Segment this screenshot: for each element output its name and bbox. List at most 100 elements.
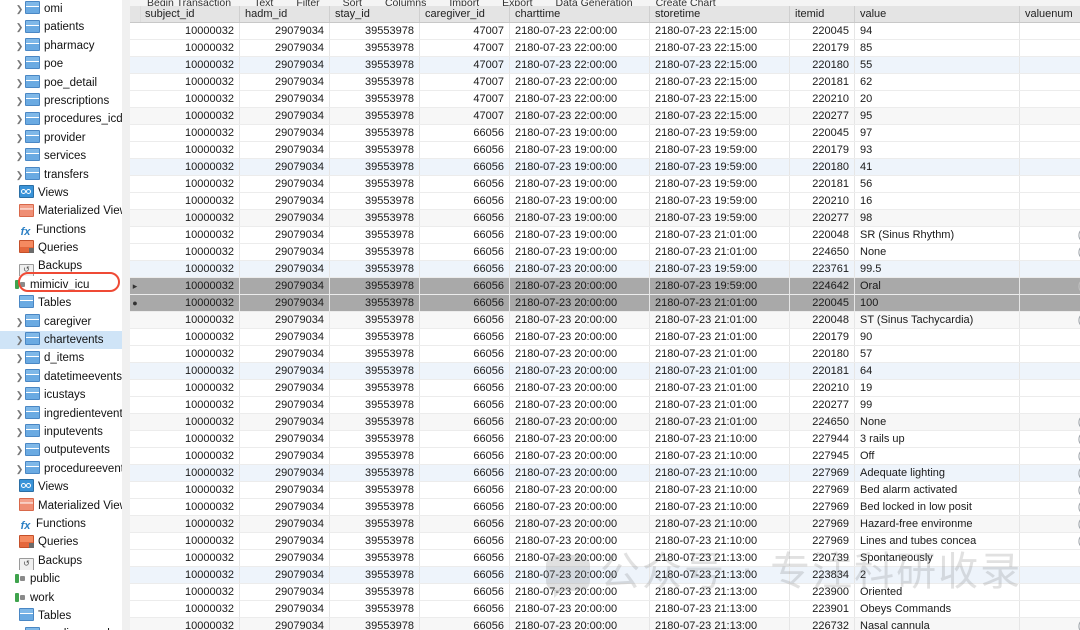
table-row[interactable]: 10000032 29079034 39553978 66056 2180-07-23 … <box>130 227 1080 244</box>
row-marker[interactable] <box>130 601 140 617</box>
database-navigator-sidebar[interactable]: ❯ omi ❯ patients ❯ pharmacy ❯ poe ❯ poe_detail ❯ pr… <box>0 0 122 630</box>
cell-hadm_id[interactable]: 29079034 <box>240 261 330 277</box>
cell-storetime[interactable]: 2180-07-23 21:10:00 <box>650 482 790 498</box>
column-header-hadm_id[interactable]: hadm_id <box>240 6 330 22</box>
chevron-right-icon[interactable]: ❯ <box>14 110 25 128</box>
cell-itemid[interactable]: 223834 <box>790 567 855 583</box>
cell-value[interactable]: Spontaneously <box>855 550 1020 566</box>
sidebar-item-queries[interactable]: Queries <box>0 533 122 551</box>
cell-valuenum[interactable]: 98 <box>1020 210 1080 226</box>
table-row[interactable]: ▸ 10000032 29079034 39553978 66056 2180-07-23… <box>130 278 1080 295</box>
cell-caregiver_id[interactable]: 66056 <box>420 516 510 532</box>
chevron-right-icon[interactable]: ❯ <box>14 423 25 441</box>
cell-value[interactable]: 56 <box>855 176 1020 192</box>
cell-valuenum[interactable]: (Null) <box>1020 533 1080 549</box>
cell-storetime[interactable]: 2180-07-23 19:59:00 <box>650 278 790 294</box>
cell-stay_id[interactable]: 39553978 <box>330 210 420 226</box>
cell-charttime[interactable]: 2180-07-23 19:00:00 <box>510 125 650 141</box>
row-marker[interactable] <box>130 346 140 362</box>
cell-storetime[interactable]: 2180-07-23 19:59:00 <box>650 159 790 175</box>
cell-value[interactable]: None <box>855 244 1020 260</box>
cell-itemid[interactable]: 227969 <box>790 482 855 498</box>
cell-hadm_id[interactable]: 29079034 <box>240 159 330 175</box>
cell-stay_id[interactable]: 39553978 <box>330 159 420 175</box>
sidebar-item-procedureevents[interactable]: ❯ procedureevents <box>0 460 122 478</box>
cell-hadm_id[interactable]: 29079034 <box>240 176 330 192</box>
cell-storetime[interactable]: 2180-07-23 21:01:00 <box>650 244 790 260</box>
cell-stay_id[interactable]: 39553978 <box>330 329 420 345</box>
cell-valuenum[interactable]: 57 <box>1020 346 1080 362</box>
cell-value[interactable]: 19 <box>855 380 1020 396</box>
cell-hadm_id[interactable]: 29079034 <box>240 618 330 630</box>
row-marker[interactable] <box>130 108 140 124</box>
cell-hadm_id[interactable]: 29079034 <box>240 312 330 328</box>
cell-itemid[interactable]: 220180 <box>790 159 855 175</box>
cell-itemid[interactable]: 220181 <box>790 363 855 379</box>
cell-caregiver_id[interactable]: 66056 <box>420 261 510 277</box>
column-header-storetime[interactable]: storetime <box>650 6 790 22</box>
cell-stay_id[interactable]: 39553978 <box>330 550 420 566</box>
cell-value[interactable]: Nasal cannula <box>855 618 1020 630</box>
sidebar-item-mimiciv_icu[interactable]: mimiciv_icu <box>0 276 122 294</box>
sidebar-vertical-scrollbar[interactable] <box>122 0 252 630</box>
cell-caregiver_id[interactable]: 66056 <box>420 125 510 141</box>
cell-valuenum[interactable]: 4 <box>1020 550 1080 566</box>
cell-itemid[interactable]: 220181 <box>790 74 855 90</box>
cell-subject_id[interactable]: 10000032 <box>140 159 240 175</box>
cell-itemid[interactable]: 223761 <box>790 261 855 277</box>
row-marker[interactable] <box>130 40 140 56</box>
table-row[interactable]: 10000032 29079034 39553978 66056 2180-07-23 … <box>130 210 1080 227</box>
cell-itemid[interactable]: 220048 <box>790 312 855 328</box>
cell-value[interactable]: 3 rails up <box>855 431 1020 447</box>
cell-stay_id[interactable]: 39553978 <box>330 431 420 447</box>
sidebar-item-backups[interactable]: ↺ Backups <box>0 552 122 571</box>
table-row[interactable]: 10000032 29079034 39553978 66056 2180-07-23 … <box>130 346 1080 363</box>
cell-stay_id[interactable]: 39553978 <box>330 346 420 362</box>
cell-caregiver_id[interactable]: 66056 <box>420 618 510 630</box>
cell-charttime[interactable]: 2180-07-23 20:00:00 <box>510 601 650 617</box>
cell-storetime[interactable]: 2180-07-23 19:59:00 <box>650 142 790 158</box>
cell-caregiver_id[interactable]: 47007 <box>420 40 510 56</box>
cell-caregiver_id[interactable]: 66056 <box>420 193 510 209</box>
cell-storetime[interactable]: 2180-07-23 19:59:00 <box>650 125 790 141</box>
chevron-right-icon[interactable]: ❯ <box>14 55 25 73</box>
row-marker[interactable] <box>130 482 140 498</box>
cell-hadm_id[interactable]: 29079034 <box>240 57 330 73</box>
cell-hadm_id[interactable]: 29079034 <box>240 108 330 124</box>
cell-itemid[interactable]: 220210 <box>790 380 855 396</box>
row-marker[interactable] <box>130 550 140 566</box>
chevron-right-icon[interactable]: ❯ <box>14 405 25 423</box>
cell-valuenum[interactable]: 95 <box>1020 108 1080 124</box>
table-row[interactable]: 10000032 29079034 39553978 66056 2180-07-23 … <box>130 533 1080 550</box>
sidebar-item-transfers[interactable]: ❯ transfers <box>0 166 122 184</box>
cell-subject_id[interactable]: 10000032 <box>140 108 240 124</box>
row-marker[interactable]: ▸ <box>130 278 140 294</box>
cell-value[interactable]: 95 <box>855 108 1020 124</box>
cell-charttime[interactable]: 2180-07-23 20:00:00 <box>510 414 650 430</box>
table-row[interactable]: 10000032 29079034 39553978 66056 2180-07-23 … <box>130 414 1080 431</box>
cell-itemid[interactable]: 227945 <box>790 448 855 464</box>
sidebar-item-provider[interactable]: ❯ provider <box>0 129 122 147</box>
sidebar-item-inputevents[interactable]: ❯ inputevents <box>0 423 122 441</box>
sidebar-item-queries[interactable]: Queries <box>0 239 122 257</box>
cell-hadm_id[interactable]: 29079034 <box>240 23 330 39</box>
cell-subject_id[interactable]: 10000032 <box>140 482 240 498</box>
cell-caregiver_id[interactable]: 66056 <box>420 312 510 328</box>
cell-caregiver_id[interactable]: 66056 <box>420 431 510 447</box>
chevron-right-icon[interactable]: ❯ <box>14 368 25 386</box>
sidebar-item-chartevents[interactable]: ❯ chartevents <box>0 331 122 350</box>
table-row[interactable]: ● 10000032 29079034 39553978 66056 2180-07-23… <box>130 295 1080 312</box>
cell-caregiver_id[interactable]: 47007 <box>420 74 510 90</box>
cell-valuenum[interactable]: (Null) <box>1020 431 1080 447</box>
cell-value[interactable]: 41 <box>855 159 1020 175</box>
cell-valuenum[interactable]: (Null) <box>1020 618 1080 630</box>
cell-value[interactable]: 62 <box>855 74 1020 90</box>
table-row[interactable]: 10000032 29079034 39553978 66056 2180-07-23 … <box>130 584 1080 601</box>
row-marker[interactable] <box>130 193 140 209</box>
cell-subject_id[interactable]: 10000032 <box>140 142 240 158</box>
cell-value[interactable]: 100 <box>855 295 1020 311</box>
cell-valuenum[interactable]: 93 <box>1020 142 1080 158</box>
chevron-right-icon[interactable]: ❯ <box>14 74 25 92</box>
cell-hadm_id[interactable]: 29079034 <box>240 448 330 464</box>
row-marker[interactable] <box>130 125 140 141</box>
